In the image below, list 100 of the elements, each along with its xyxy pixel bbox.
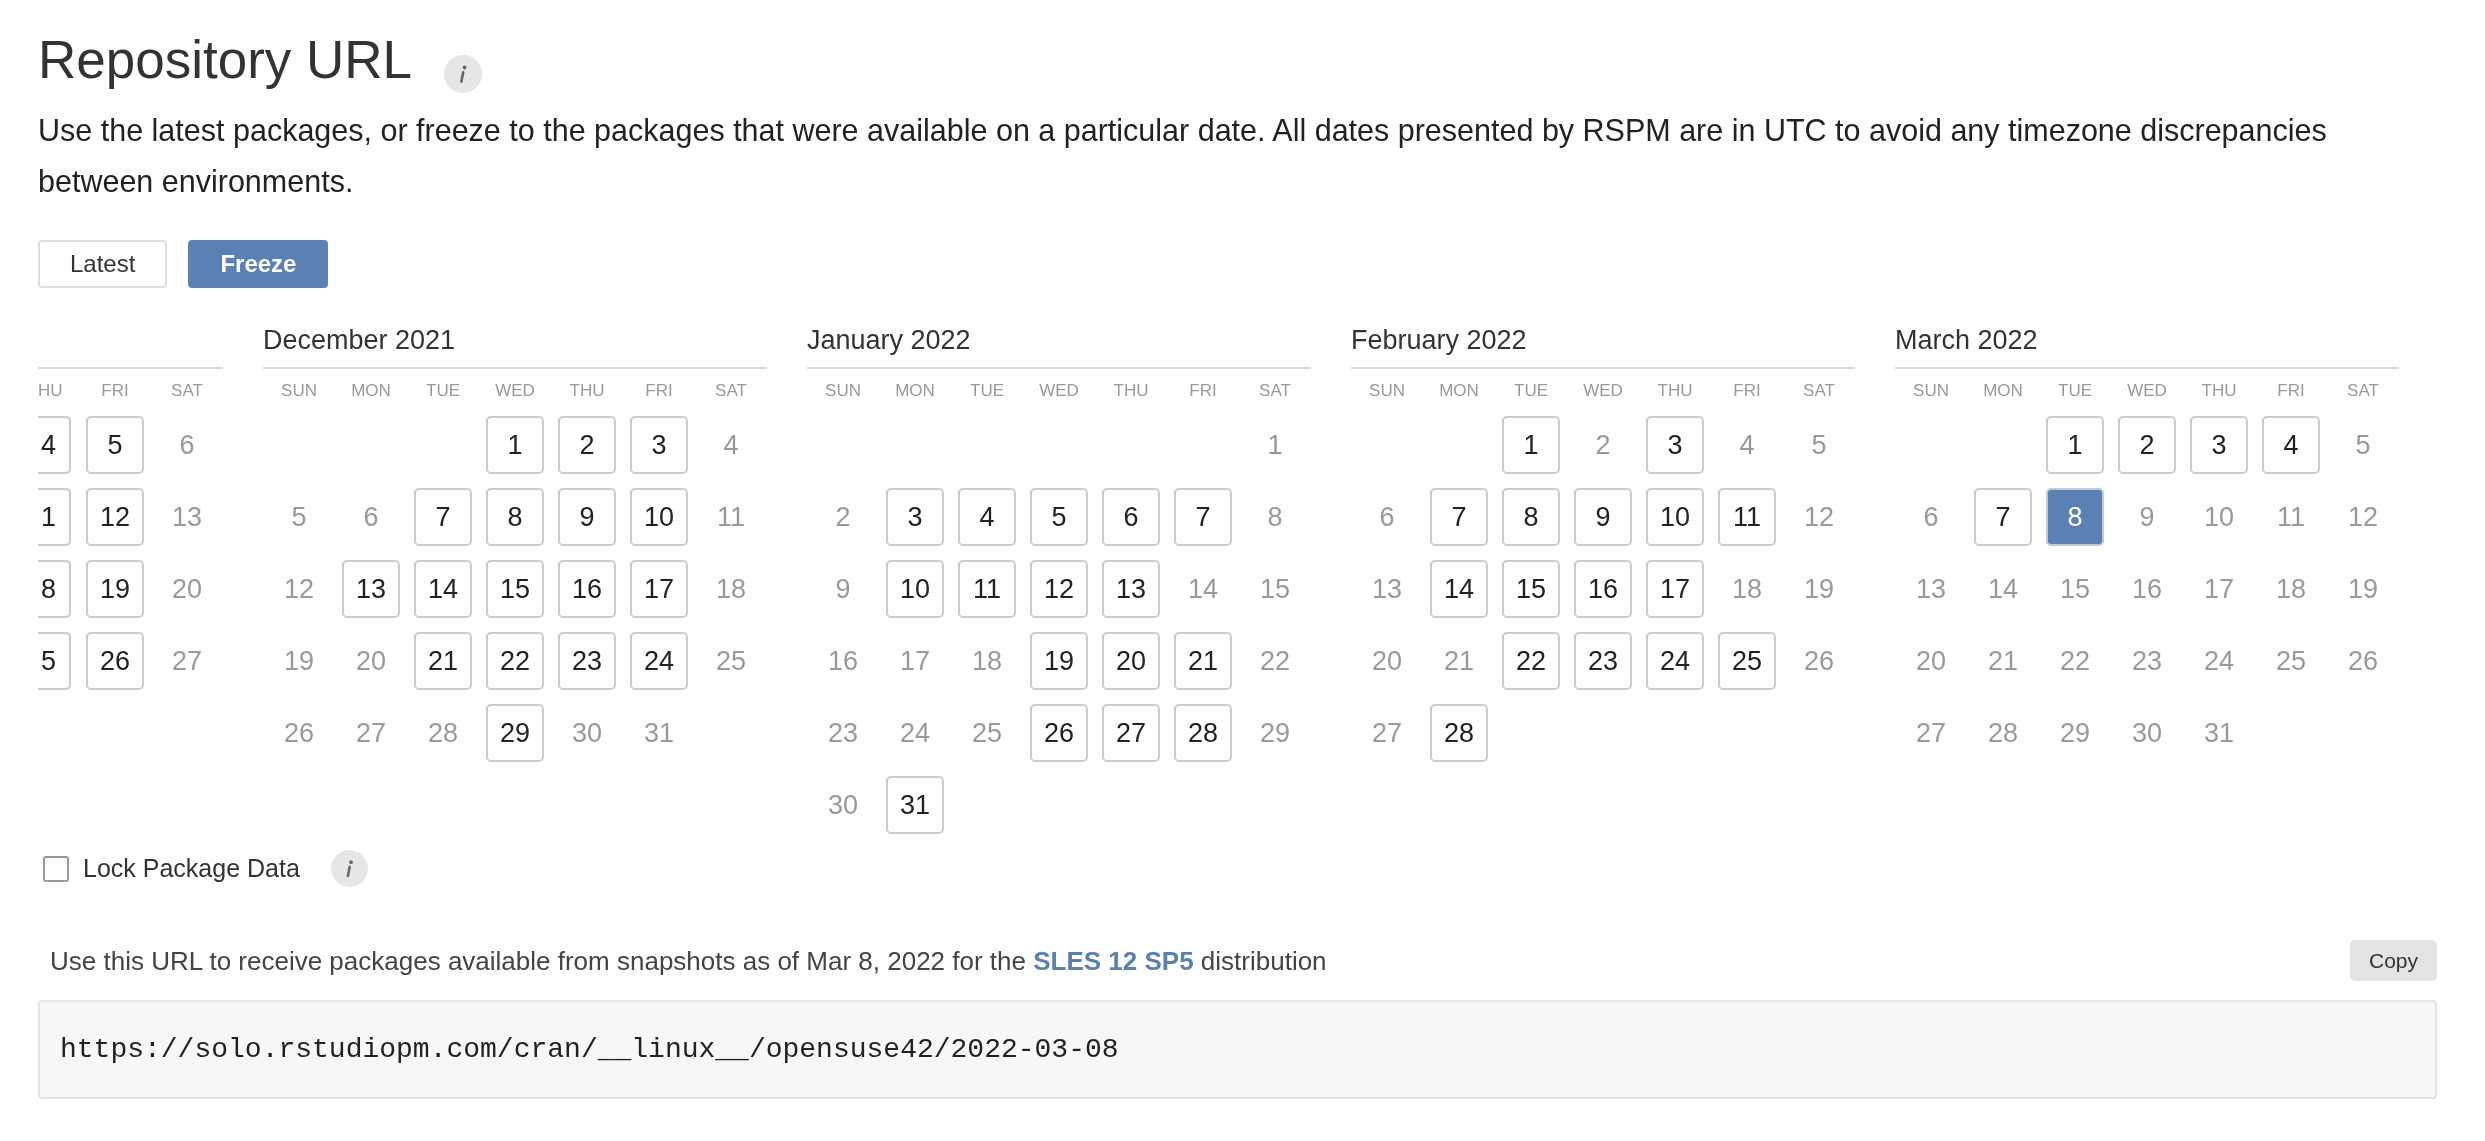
day-button[interactable]: 7 [1430,488,1488,546]
day-button[interactable]: 10 [630,488,688,546]
day-button[interactable]: 12 [1030,560,1088,618]
day-button[interactable]: 28 [1430,704,1488,762]
day-button[interactable]: 5 [1030,488,1088,546]
mode-button[interactable]: Latest [38,240,168,288]
day-button[interactable]: 5 [38,632,71,690]
day-button[interactable]: 3 [1646,416,1704,474]
day-number: 20 [171,575,202,603]
day-button[interactable]: 26 [86,632,144,690]
day-button[interactable]: 24 [630,632,688,690]
day-button[interactable]: 23 [1574,632,1632,690]
day-number: 19 [1803,575,1834,603]
day-button[interactable]: 6 [1102,488,1160,546]
day-button[interactable]: 9 [558,488,616,546]
day-button[interactable]: 17 [630,560,688,618]
day-button[interactable]: 19 [1030,632,1088,690]
day-button[interactable]: 2 [2118,416,2176,474]
weekday-label: SAT [171,380,203,402]
day-button[interactable]: 21 [414,632,472,690]
weekday-label: SUN [1913,380,1949,402]
day-button[interactable]: 13 [342,560,400,618]
copy-button[interactable]: Copy [2349,940,2437,981]
day-button[interactable]: 8 [1502,488,1560,546]
day-button[interactable]: 3 [886,488,944,546]
day-button[interactable]: 5 [86,416,144,474]
day-number: 17 [899,647,930,675]
checkbox-label[interactable]: Lock Package Data [83,854,300,883]
day-number: 27 [1371,719,1402,747]
weekday-label: SAT [2347,380,2379,402]
day-number: 18 [971,647,1002,675]
day-number: 30 [571,719,602,747]
day-number: 16 [827,647,858,675]
day-button[interactable]: 10 [886,560,944,618]
day-button[interactable]: 3 [630,416,688,474]
day-button[interactable]: 1 [38,488,71,546]
day-button[interactable]: 3 [2190,416,2248,474]
distribution-link[interactable]: SLES 12 SP5 [1033,945,1194,976]
day-number: 29 [1259,719,1290,747]
day-button[interactable]: 28 [1174,704,1232,762]
day-button[interactable]: 22 [1502,632,1560,690]
day-button[interactable]: 7 [1974,488,2032,546]
day-button[interactable]: 12 [86,488,144,546]
day-button[interactable]: 26 [1030,704,1088,762]
day-button[interactable]: 7 [1174,488,1232,546]
weekday-label: THU [1113,380,1149,402]
day-number: 4 [1739,431,1755,459]
day-button[interactable]: 2 [558,416,616,474]
day-number: 2 [1595,431,1611,459]
day-button[interactable]: 14 [414,560,472,618]
day-button[interactable]: 1 [1502,416,1560,474]
weekday-label: TUE [426,380,460,402]
day-button[interactable]: 1 [486,416,544,474]
day-button[interactable]: 15 [486,560,544,618]
day-button[interactable]: 16 [1574,560,1632,618]
day-button[interactable]: 11 [958,560,1016,618]
day-number: 22 [2059,647,2090,675]
day-button[interactable]: 8 [38,560,71,618]
weekday-label: WED [2127,380,2167,402]
day-button[interactable]: 16 [558,560,616,618]
day-button[interactable]: 29 [486,704,544,762]
day-number: 20 [1371,647,1402,675]
day-number: 23 [827,719,858,747]
day-button[interactable]: 17 [1646,560,1704,618]
day-button[interactable]: 8 [2046,488,2104,546]
checkbox[interactable] [43,855,69,882]
day-button[interactable]: 8 [486,488,544,546]
day-button[interactable]: 4 [38,416,71,474]
weekday-label: FRI [2277,380,2305,402]
day-button[interactable]: 21 [1174,632,1232,690]
day-button[interactable]: 13 [1102,560,1160,618]
day-button[interactable]: 10 [1646,488,1704,546]
day-button[interactable]: 15 [1502,560,1560,618]
day-button[interactable]: 20 [1102,632,1160,690]
day-number: 14 [1187,575,1218,603]
day-button[interactable]: 4 [2262,416,2320,474]
day-button[interactable]: 7 [414,488,472,546]
day-button[interactable]: 27 [1102,704,1160,762]
day-number: 9 [2139,503,2155,531]
day-button[interactable]: 9 [1574,488,1632,546]
weekday-label: FRI [645,380,673,402]
day-number: 18 [2275,575,2306,603]
info-icon[interactable] [330,850,368,887]
day-button[interactable]: 23 [558,632,616,690]
day-number: 19 [283,647,314,675]
day-button[interactable]: 24 [1646,632,1704,690]
page-title: Repository URL [38,30,413,90]
day-button[interactable]: 1 [2046,416,2104,474]
mode-button[interactable]: Freeze [188,240,329,288]
day-button[interactable]: 22 [486,632,544,690]
day-button[interactable]: 11 [1718,488,1776,546]
day-number: 28 [427,719,458,747]
info-icon[interactable] [444,55,483,93]
day-button[interactable]: 31 [886,776,944,834]
day-button[interactable]: 4 [958,488,1016,546]
day-button[interactable]: 14 [1430,560,1488,618]
day-button[interactable]: 25 [1718,632,1776,690]
day-number: 28 [1987,719,2018,747]
day-number: 6 [363,503,379,531]
day-button[interactable]: 19 [86,560,144,618]
